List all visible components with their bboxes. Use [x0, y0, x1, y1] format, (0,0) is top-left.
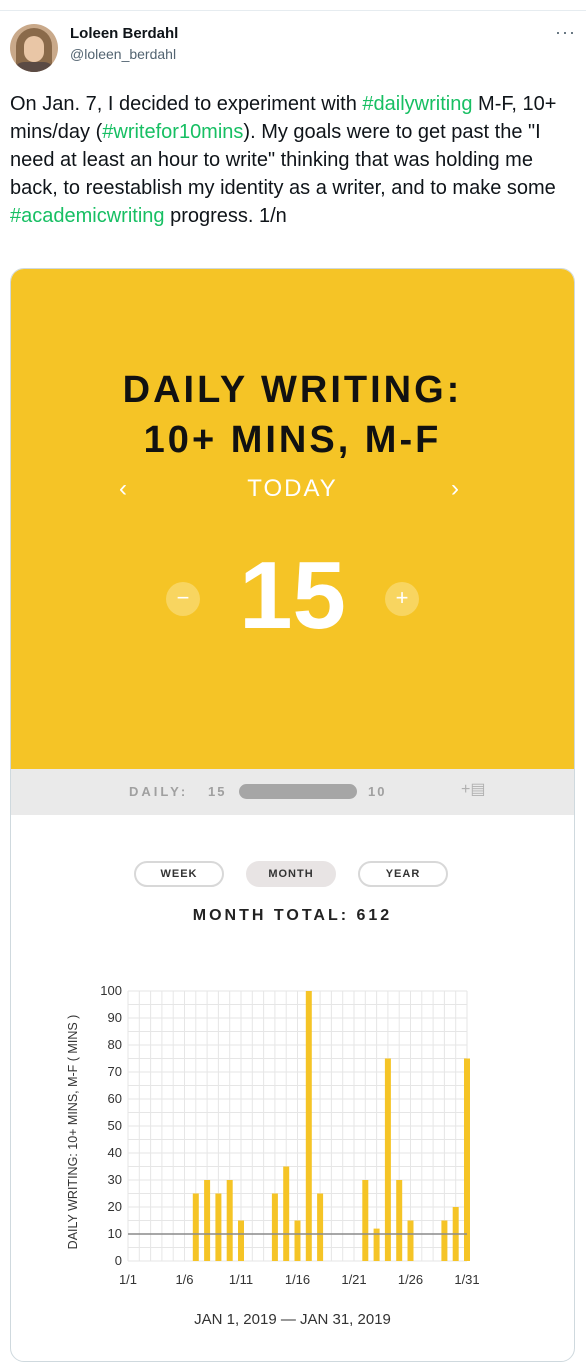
x-tick-label: 1/1 [119, 1272, 137, 1287]
y-tick-label: 0 [115, 1253, 122, 1268]
bar-day-8 [204, 1180, 211, 1261]
x-tick-label: 1/21 [341, 1272, 366, 1287]
daily-progress-bar [239, 784, 357, 799]
y-tick-label: 30 [108, 1172, 122, 1187]
daily-goal: 10 [368, 784, 387, 799]
plus-button[interactable]: + [385, 582, 419, 616]
month-total: MONTH TOTAL: 612 [192, 907, 393, 924]
y-tick-label: 10 [108, 1226, 122, 1241]
bar-day-22 [362, 1180, 369, 1261]
user-handle[interactable]: @loleen_berdahl [70, 46, 176, 62]
avatar[interactable] [10, 24, 58, 72]
hashtag-writefor10mins[interactable]: #writefor10mins [102, 121, 243, 143]
bar-day-14 [271, 1193, 278, 1261]
user-name[interactable]: Loleen Berdahl [70, 25, 178, 42]
bar-day-11 [238, 1220, 244, 1261]
daily-label: DAILY: [129, 784, 189, 799]
y-tick-label: 50 [108, 1118, 122, 1133]
bar-day-24 [384, 1058, 391, 1261]
hashtag-dailywriting[interactable]: #dailywriting [362, 93, 472, 115]
x-tick-label: 1/16 [285, 1272, 310, 1287]
x-tick-label: 1/26 [398, 1272, 423, 1287]
bar-day-16 [294, 1220, 301, 1261]
tweet-text: On Jan. 7, I decided to experiment with … [10, 90, 580, 230]
today-count: 15 [239, 542, 346, 649]
x-tick-label: 1/31 [454, 1272, 479, 1287]
hashtag-academicwriting[interactable]: #academicwriting [10, 205, 165, 227]
tracker-title-line1: DAILY WRITING: [122, 369, 463, 411]
tab-month[interactable]: MONTH [246, 861, 336, 887]
y-axis-label: DAILY WRITING: 10+ MINS, M-F ( MINS ) [66, 1015, 80, 1250]
date-range: JAN 1, 2019 — JAN 31, 2019 [194, 1311, 391, 1328]
x-tick-label: 1/6 [175, 1272, 193, 1287]
daily-value: 15 [208, 784, 227, 799]
y-tick-label: 20 [108, 1199, 122, 1214]
tracker-title: DAILY WRITING: 10+ MINS, M-F [11, 365, 574, 465]
tweet-text-part: progress. 1/n [164, 205, 287, 227]
tweet-text-part: On Jan. 7, I decided to experiment with [10, 93, 363, 115]
y-tick-label: 90 [108, 1010, 122, 1025]
monthly-bar-chart: 0 10 20 30 40 50 60 70 80 90 100 1/1 1/6 1/11 1/16 1/2… [66, 983, 480, 1287]
bar-day-26 [407, 1220, 414, 1261]
tracker-title-line2: 10+ MINS, M-F [143, 419, 442, 461]
bar-day-18 [317, 1193, 324, 1261]
more-icon[interactable]: ··· [555, 22, 576, 43]
bar-day-15 [283, 1166, 290, 1261]
y-tick-labels: 0 10 20 30 40 50 60 70 80 90 100 [100, 983, 122, 1268]
period-label: TODAY [247, 475, 338, 502]
bar-day-31 [464, 1058, 470, 1261]
x-tick-labels: 1/1 1/6 1/11 1/16 1/21 1/26 1/31 [119, 1272, 480, 1287]
y-tick-label: 70 [108, 1064, 122, 1079]
attached-image-card[interactable]: DAILY WRITING: 10+ MINS, M-F ‹ TODAY › −… [10, 268, 575, 1362]
add-note-icon[interactable]: +▤ [461, 779, 485, 799]
bar-day-25 [396, 1180, 403, 1261]
tab-week[interactable]: WEEK [134, 861, 224, 887]
y-tick-label: 60 [108, 1091, 122, 1106]
y-tick-label: 40 [108, 1145, 122, 1160]
bar-day-10 [226, 1180, 233, 1261]
bar-day-9 [215, 1193, 222, 1261]
bar-day-17 [305, 991, 312, 1261]
chevron-right-icon[interactable]: › [451, 475, 459, 503]
bar-day-29 [441, 1220, 448, 1261]
tab-year[interactable]: YEAR [358, 861, 448, 887]
y-tick-label: 80 [108, 1037, 122, 1052]
y-tick-label: 100 [100, 983, 122, 998]
tracker-header: DAILY WRITING: 10+ MINS, M-F ‹ TODAY › −… [11, 269, 574, 769]
bar-day-7 [192, 1193, 199, 1261]
x-tick-label: 1/11 [229, 1272, 253, 1287]
top-divider [0, 10, 586, 11]
